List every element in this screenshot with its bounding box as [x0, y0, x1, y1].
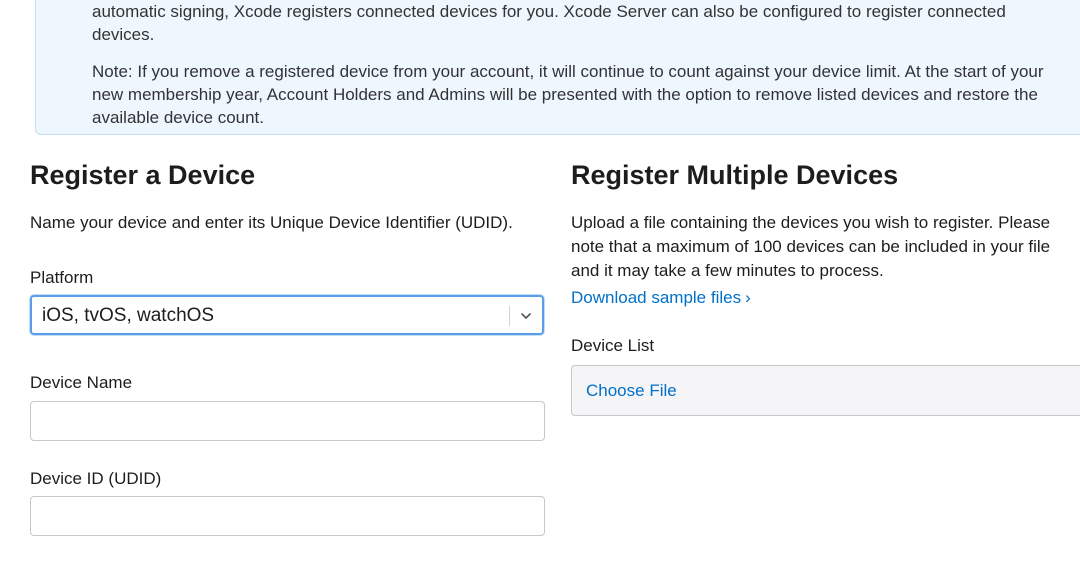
- register-device-description: Name your device and enter its Unique De…: [30, 213, 513, 232]
- device-id-input[interactable]: [30, 496, 545, 536]
- download-sample-files-label: Download sample files: [571, 288, 742, 307]
- device-name-input[interactable]: [30, 401, 545, 441]
- platform-label: Platform: [30, 268, 94, 287]
- register-device-heading: Register a Device: [30, 160, 256, 190]
- register-multiple-heading: Register Multiple Devices: [571, 160, 899, 190]
- download-sample-files-link[interactable]: Download sample files ›: [571, 287, 751, 309]
- device-list-label: Device List: [571, 336, 655, 355]
- register-multiple-description: Upload a file containing the devices you…: [571, 213, 1051, 280]
- page: automatic signing, Xcode registers conne…: [0, 0, 1080, 583]
- device-name-label: Device Name: [30, 373, 133, 392]
- platform-select[interactable]: iOS, tvOS, watchOS: [30, 295, 544, 335]
- chevron-right-icon: ›: [745, 288, 751, 307]
- chevron-down-icon: [521, 313, 531, 319]
- select-divider: [509, 306, 510, 326]
- choose-file-button[interactable]: Choose File: [586, 380, 677, 402]
- info-paragraph-note: Note: If you remove a registered device …: [92, 62, 1044, 127]
- info-paragraph-automatic-signing: automatic signing, Xcode registers conne…: [92, 2, 1006, 44]
- platform-select-value: iOS, tvOS, watchOS: [42, 305, 215, 326]
- device-list-file-field[interactable]: Choose File: [571, 365, 1080, 416]
- device-id-label: Device ID (UDID): [30, 469, 162, 488]
